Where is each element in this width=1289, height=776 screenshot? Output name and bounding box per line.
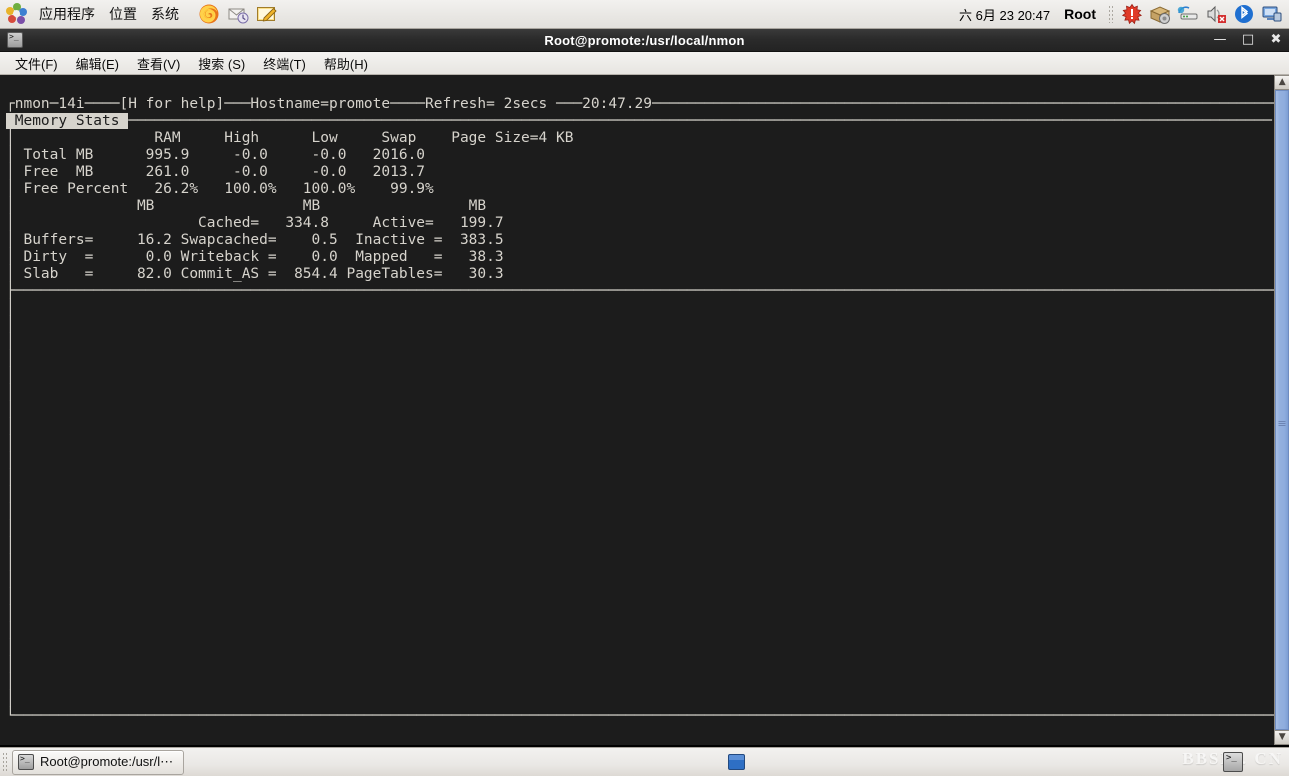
package-manager-icon[interactable] [1149,3,1171,25]
nmon-blank-row: │ [6,589,1274,606]
memory-stats-rule: ────────────────────────────────────────… [128,113,1272,129]
firefox-launcher-icon[interactable] [198,3,220,25]
nmon-footer-line: └───────────────────────────────────────… [6,708,1274,725]
system-tray [1108,3,1289,25]
memory-row: │ Slab = 82.0 Commit_AS = 854.4 PageTabl… [6,266,1274,283]
nmon-blank-row: │ [6,640,1274,657]
nmon-header-line: ┌nmon─14i────[H for help]───Hostname=pro… [6,96,1274,113]
memory-stats-title: Memory Stats [6,113,128,129]
nmon-blank-row: │ [6,606,1274,623]
memory-row: │ Cached= 334.8 Active= 199.7 [6,215,1274,232]
chevron-up-icon: ▲ [1275,76,1289,89]
nmon-blank-row: │ [6,674,1274,691]
nmon-output: ┌nmon─14i────[H for help]───Hostname=pro… [6,79,1274,745]
maximize-button[interactable]: □ [1241,33,1255,47]
memory-row: │ Buffers= 16.2 Swapcached= 0.5 Inactive… [6,232,1274,249]
menu-file[interactable]: 文件(F) [6,52,67,75]
terminal-icon [18,754,34,770]
scrollbar-thumb[interactable] [1275,90,1289,730]
display-icon[interactable] [1261,3,1283,25]
panel-menu-bar: 应用程序 位置 系统 [28,3,186,25]
nmon-section-title-row: Memory Stats ───────────────────────────… [6,113,1274,130]
window-titlebar[interactable]: Root@promote:/usr/local/nmon — □ ✖ [0,29,1289,52]
update-alert-icon[interactable] [1121,3,1143,25]
terminal-text-surface[interactable]: ┌nmon─14i────[H for help]───Hostname=pro… [0,75,1274,745]
nmon-blank-row: │ [6,555,1274,572]
window-bottom-edge [0,745,1289,746]
nmon-blank-row: │ [6,436,1274,453]
nmon-blank-row: │ [6,419,1274,436]
nmon-blank-row: │ [6,453,1274,470]
nmon-blank-row: │ [6,351,1274,368]
maximize-icon: □ [1241,33,1255,47]
nmon-blank-row: │ [6,538,1274,555]
nmon-blank-row: │ [6,504,1274,521]
bottom-panel-grip[interactable] [2,752,8,772]
memory-row: │ MB MB MB [6,198,1274,215]
nmon-blank-row: │ [6,521,1274,538]
bottom-panel: Root@promote:/usr/l⋯ BBSK . CN [0,747,1289,776]
nmon-blank-row: │ [6,657,1274,674]
bluetooth-icon[interactable] [1233,3,1255,25]
chevron-down-icon: ▼ [1275,731,1289,744]
panel-user-label[interactable]: Root [1054,6,1108,22]
nmon-blank-row: │ [6,334,1274,351]
window-menubar: 文件(F) 编辑(E) 查看(V) 搜索 (S) 终端(T) 帮助(H) [0,52,1289,75]
terminal-scrollbar[interactable]: ▲ ▼ [1274,75,1289,745]
gnome-foot-icon[interactable] [6,3,28,25]
minimize-icon: — [1213,33,1227,47]
places-menu[interactable]: 位置 [102,3,144,25]
scrollbar-track[interactable] [1275,90,1289,730]
menu-search[interactable]: 搜索 (S) [189,52,254,75]
memory-row: │ Free MB 261.0 -0.0 -0.0 2013.7 [6,164,1274,181]
nmon-blank-row: │ [6,470,1274,487]
window-title: Root@promote:/usr/local/nmon [0,33,1289,48]
terminal-tray-icon[interactable] [1223,752,1243,772]
taskbar-item-terminal[interactable]: Root@promote:/usr/l⋯ [12,750,184,775]
menu-help[interactable]: 帮助(H) [315,52,377,75]
menu-edit[interactable]: 编辑(E) [67,52,128,75]
terminal-icon [7,32,23,48]
terminal-window: Root@promote:/usr/local/nmon — □ ✖ 文件(F)… [0,29,1289,746]
memory-row: │ Dirty = 0.0 Writeback = 0.0 Mapped = 3… [6,249,1274,266]
nmon-blank-row: │ [6,300,1274,317]
scrollbar-up-button[interactable]: ▲ [1275,75,1289,90]
nmon-blank-rows: ││││││││││││││││││││││││ [6,300,1274,708]
nmon-blank-row: │ [6,368,1274,385]
nmon-blank-row: │ [6,317,1274,334]
system-menu[interactable]: 系统 [144,3,186,25]
menu-terminal[interactable]: 终端(T) [254,52,315,75]
top-panel: 应用程序 位置 系统 [0,0,1289,29]
tray-grip-handle[interactable] [1108,5,1113,23]
nmon-blank-row: │ [6,487,1274,504]
taskbar-item-label: Root@promote:/usr/l⋯ [40,754,173,770]
volume-muted-icon[interactable] [1205,3,1227,25]
workspace-switcher-icon[interactable] [727,752,747,772]
window-buttons: — □ ✖ [1213,33,1283,47]
menu-view[interactable]: 查看(V) [128,52,189,75]
nmon-blank-row: │ [6,385,1274,402]
memory-row: │ Total MB 995.9 -0.0 -0.0 2016.0 [6,147,1274,164]
scrollbar-grip-icon [1279,421,1286,426]
desktop-screen: 应用程序 位置 系统 [0,0,1289,776]
email-launcher-icon[interactable] [227,3,249,25]
nmon-blank-row: │ [6,572,1274,589]
panel-launchers [198,3,278,25]
scrollbar-down-button[interactable]: ▼ [1275,730,1289,745]
close-button[interactable]: ✖ [1269,33,1283,47]
workspace-window-shape [728,754,745,770]
terminal-area: ┌nmon─14i────[H for help]───Hostname=pro… [0,75,1289,745]
applications-menu[interactable]: 应用程序 [32,3,102,25]
close-icon: ✖ [1269,33,1283,47]
panel-clock[interactable]: 六 6月 23 20:47 [959,5,1054,24]
minimize-button[interactable]: — [1213,33,1227,47]
memory-columns-header: │ RAM High Low Swap Page Size=4 KB [6,130,1274,147]
text-editor-launcher-icon[interactable] [256,3,278,25]
nmon-blank-row: │ [6,623,1274,640]
memory-row: │ Free Percent 26.2% 100.0% 100.0% 99.9% [6,181,1274,198]
network-icon[interactable] [1177,3,1199,25]
nmon-blank-row: │ [6,691,1274,708]
nmon-divider-line: ├───────────────────────────────────────… [6,283,1274,300]
nmon-blank-row: │ [6,402,1274,419]
